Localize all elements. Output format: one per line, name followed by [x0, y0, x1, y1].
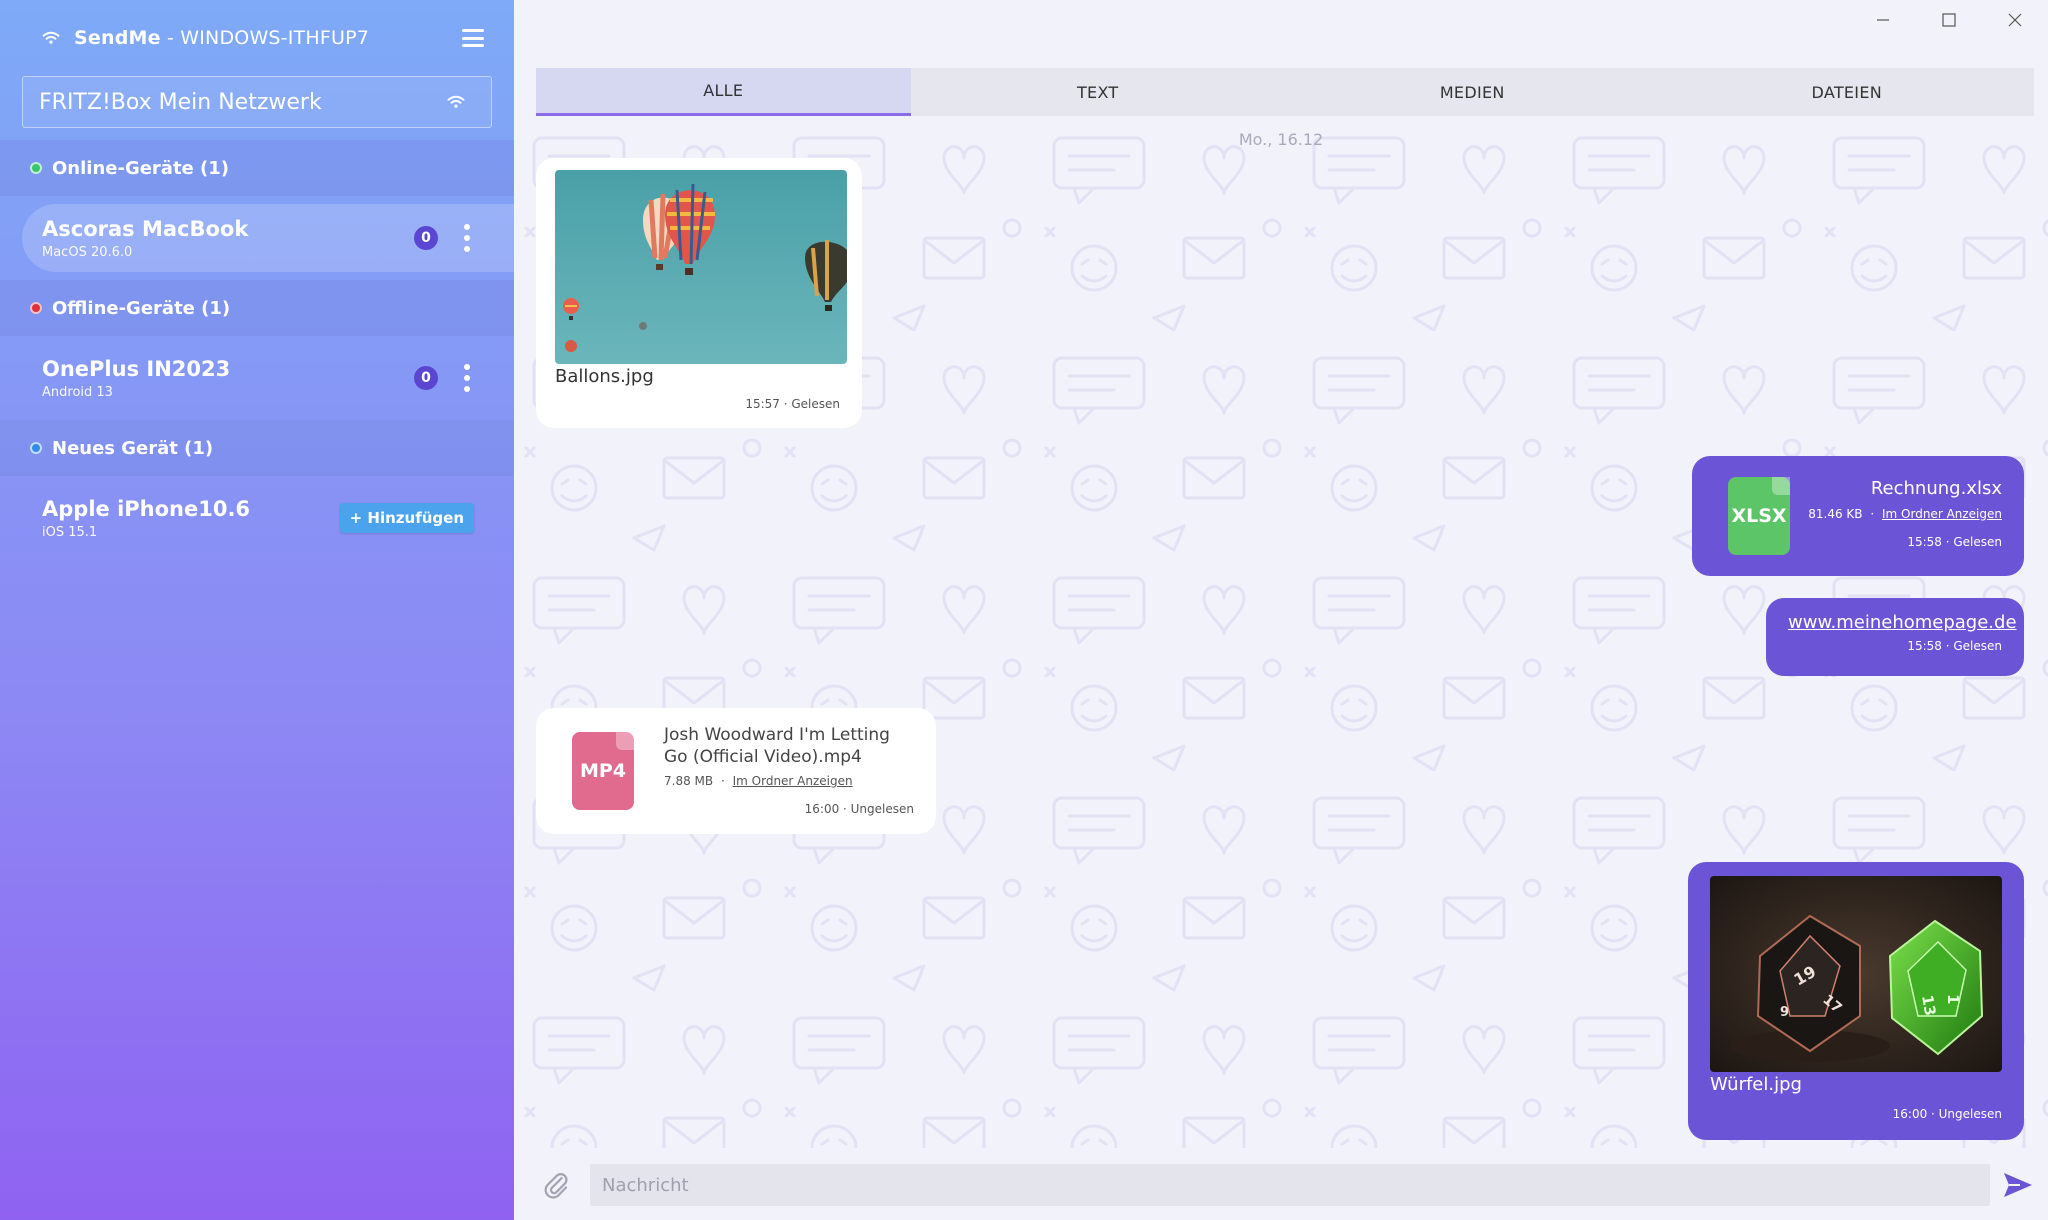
- mp4-file-icon: MP4: [572, 732, 634, 810]
- device-item-ascoras-macbook[interactable]: Ascoras MacBook MacOS 20.6.0 0: [22, 204, 514, 272]
- title-separator: -: [160, 27, 181, 49]
- message-image-incoming[interactable]: Ballons.jpg 15:57 · Gelesen: [536, 158, 862, 428]
- section-offline-devices: Offline-Geräte (1): [0, 280, 514, 336]
- device-info: Apple iPhone10.6 iOS 15.1: [42, 497, 340, 540]
- balloons-image[interactable]: [555, 170, 847, 364]
- message-input[interactable]: [590, 1164, 1990, 1206]
- device-os: iOS 15.1: [42, 524, 98, 540]
- xlsx-file-icon: XLSX: [1728, 477, 1790, 555]
- file-name: Würfel.jpg: [1710, 1074, 1802, 1095]
- section-online-devices: Online-Geräte (1): [0, 140, 514, 196]
- sidebar: SendMe - WINDOWS-ITHFUP7 FRITZ!Box Mein …: [0, 0, 514, 1220]
- message-meta: 16:00 · Ungelesen: [804, 802, 914, 816]
- hamburger-menu-icon[interactable]: [462, 29, 484, 47]
- host-name: WINDOWS-ITHFUP7: [180, 27, 370, 49]
- file-size: 7.88 MB: [664, 774, 714, 788]
- network-selector[interactable]: FRITZ!Box Mein Netzwerk: [22, 76, 492, 128]
- device-info: OnePlus IN2023 Android 13: [42, 357, 414, 400]
- info-separator: ·: [1870, 506, 1875, 521]
- offline-status-dot-icon: [30, 302, 42, 314]
- online-status-dot-icon: [30, 162, 42, 174]
- svg-text:9: 9: [1780, 1005, 1789, 1020]
- paperclip-icon[interactable]: [526, 1155, 586, 1215]
- section-label: Online-Geräte (1): [52, 157, 230, 179]
- chat-panel: ALLE TEXT MEDIEN DATEIEN Mo., 16.12 Ball…: [514, 0, 2048, 1220]
- section-label: Neues Gerät (1): [52, 437, 214, 459]
- app-header: SendMe - WINDOWS-ITHFUP7: [0, 0, 514, 76]
- svg-text:13: 13: [1918, 994, 1939, 1018]
- wifi-icon: [42, 31, 60, 44]
- tab-medien[interactable]: MEDIEN: [1285, 68, 1660, 116]
- app-name: SendMe: [74, 27, 161, 49]
- device-name: Apple iPhone10.6: [42, 496, 251, 521]
- message-meta: 15:58 · Gelesen: [1907, 534, 2002, 549]
- message-composer: [514, 1150, 2048, 1220]
- file-name: Ballons.jpg: [555, 366, 654, 387]
- message-meta: 15:58 · Gelesen: [1907, 639, 2002, 653]
- message-file-outgoing[interactable]: XLSX Rechnung.xlsx 81.46 KB · Im Ordner …: [1692, 456, 2024, 576]
- device-os: Android 13: [42, 384, 113, 400]
- file-size: 81.46 KB: [1808, 506, 1863, 521]
- svg-text:1: 1: [1944, 994, 1962, 1004]
- device-info: Ascoras MacBook MacOS 20.6.0: [42, 217, 414, 260]
- window-controls: [1850, 0, 2048, 40]
- app-title: SendMe - WINDOWS-ITHFUP7: [42, 27, 462, 49]
- open-folder-link[interactable]: Im Ordner Anzeigen: [733, 774, 853, 788]
- file-details: Rechnung.xlsx 81.46 KB · Im Ordner Anzei…: [1790, 478, 2002, 549]
- message-meta: 16:00 · Ungelesen: [1892, 1107, 2002, 1121]
- filter-tabs: ALLE TEXT MEDIEN DATEIEN: [536, 68, 2034, 116]
- maximize-icon[interactable]: [1916, 0, 1982, 40]
- unread-count-badge: 0: [414, 226, 438, 250]
- device-item-apple-iphone: Apple iPhone10.6 iOS 15.1 + Hinzufügen: [0, 476, 514, 560]
- date-separator: Mo., 16.12: [1238, 130, 1324, 149]
- open-folder-link[interactable]: Im Ordner Anzeigen: [1882, 507, 2002, 521]
- section-label: Offline-Geräte (1): [52, 297, 231, 319]
- new-status-dot-icon: [30, 442, 42, 454]
- tab-alle[interactable]: ALLE: [536, 68, 911, 116]
- message-file-incoming[interactable]: MP4 Josh Woodward I'm Letting Go (Offici…: [536, 708, 936, 834]
- more-options-icon[interactable]: [464, 364, 470, 392]
- dice-image[interactable]: 19 17 9 13 1: [1710, 876, 2002, 1072]
- more-options-icon[interactable]: [464, 224, 470, 252]
- info-separator: ·: [720, 774, 725, 788]
- device-name: Ascoras MacBook: [42, 216, 249, 241]
- file-info: 7.88 MB · Im Ordner Anzeigen: [664, 774, 914, 788]
- tab-text[interactable]: TEXT: [911, 68, 1286, 116]
- send-icon[interactable]: [1990, 1157, 2046, 1213]
- add-device-button[interactable]: + Hinzufügen: [339, 503, 474, 533]
- device-item-oneplus[interactable]: OnePlus IN2023 Android 13 0: [0, 336, 514, 420]
- wifi-icon: [447, 95, 465, 108]
- tab-dateien[interactable]: DATEIEN: [1660, 68, 2035, 116]
- message-meta: 15:57 · Gelesen: [745, 397, 840, 411]
- file-name: Josh Woodward I'm Letting Go (Official V…: [664, 725, 890, 767]
- close-icon[interactable]: [1982, 0, 2048, 40]
- network-name: FRITZ!Box Mein Netzwerk: [39, 89, 322, 115]
- message-image-outgoing[interactable]: 19 17 9 13 1 Würfel.jpg 16:00 · Ungelese…: [1688, 862, 2024, 1140]
- minimize-icon[interactable]: [1850, 0, 1916, 40]
- file-name: Rechnung.xlsx: [1870, 477, 2002, 499]
- file-details: Josh Woodward I'm Letting Go (Official V…: [664, 725, 914, 816]
- device-os: MacOS 20.6.0: [42, 244, 133, 260]
- unread-count-badge: 0: [414, 366, 438, 390]
- section-new-device: Neues Gerät (1): [0, 420, 514, 476]
- url-link[interactable]: www.meinehomepage.de: [1788, 612, 2017, 633]
- message-link-outgoing[interactable]: www.meinehomepage.de 15:58 · Gelesen: [1766, 598, 2024, 676]
- file-info: 81.46 KB · Im Ordner Anzeigen: [1790, 507, 2002, 521]
- device-name: OnePlus IN2023: [42, 356, 231, 381]
